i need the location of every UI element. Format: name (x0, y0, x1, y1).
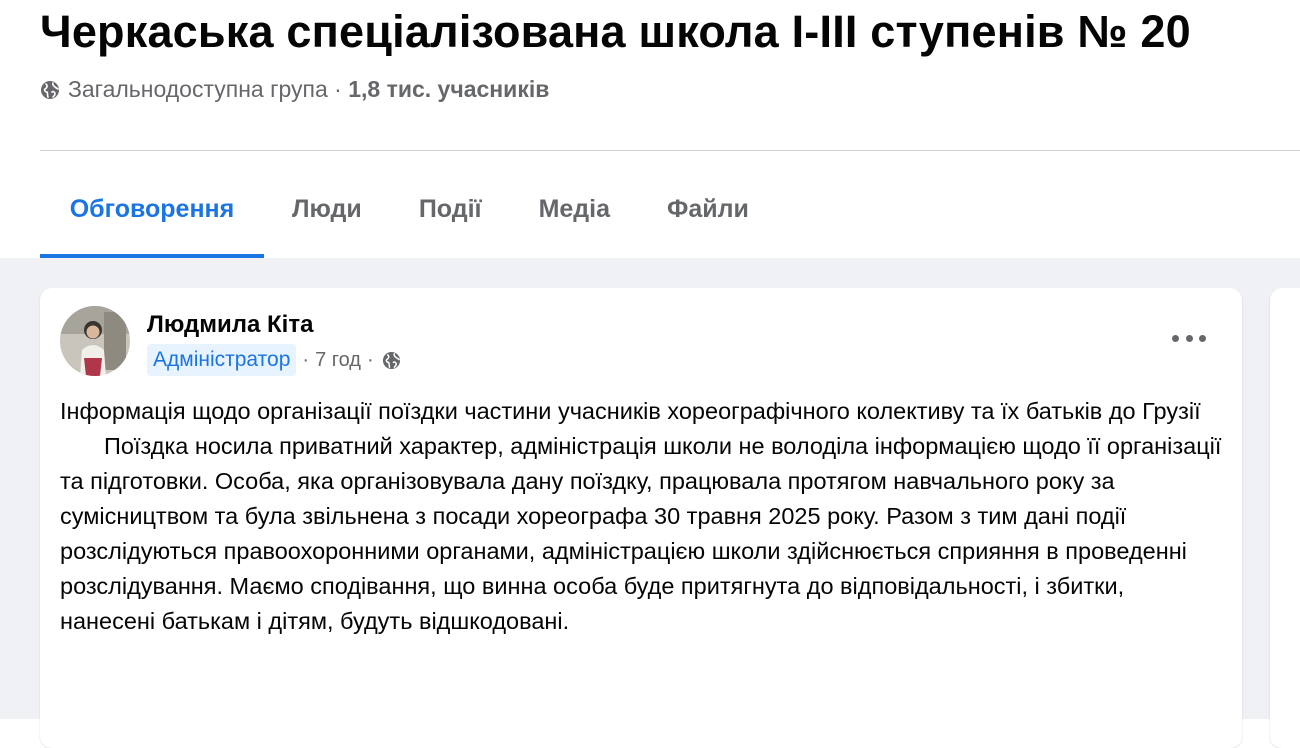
globe-icon[interactable] (382, 351, 401, 370)
subline-separator: · (366, 348, 374, 371)
group-meta: Загальнодоступна група · 1,8 тис. учасни… (40, 76, 549, 103)
admin-badge[interactable]: Адміністратор (147, 344, 297, 376)
more-dot (1185, 334, 1193, 342)
post-subline: Адміністратор · 7 год · (147, 344, 401, 376)
group-privacy[interactable]: Загальнодоступна група (68, 76, 328, 103)
member-count[interactable]: 1,8 тис. учасників (348, 76, 549, 103)
post-card: Людмила Кіта Адміністратор · 7 год · Інф… (40, 288, 1242, 748)
post-time[interactable]: 7 год (315, 349, 361, 372)
tab-events[interactable]: Події (419, 160, 482, 258)
post-body: Інформація щодо організації поїздки част… (60, 394, 1225, 639)
group-header: Черкаська спеціалізована школа І-ІІІ сту… (0, 0, 1300, 258)
group-tabs: Обговорення Люди Події Медіа Файли (40, 160, 749, 258)
tab-people[interactable]: Люди (292, 160, 362, 258)
subline-separator: · (302, 348, 310, 371)
tab-discussion[interactable]: Обговорення (40, 160, 264, 258)
more-dot (1172, 334, 1179, 342)
more-dot (1199, 334, 1206, 342)
post-heading-paragraph: Інформація щодо організації поїздки част… (60, 398, 1201, 424)
tab-media[interactable]: Медіа (539, 160, 610, 258)
header-divider (40, 150, 1300, 151)
avatar[interactable] (60, 306, 130, 376)
post-author[interactable]: Людмила Кіта (147, 311, 313, 339)
avatar-image (60, 306, 130, 376)
globe-icon (41, 80, 59, 99)
side-card (1270, 288, 1300, 748)
more-options-icon[interactable] (1172, 330, 1206, 346)
group-title[interactable]: Черкаська спеціалізована школа І-ІІІ сту… (40, 4, 1191, 60)
meta-separator: · (327, 76, 349, 102)
tab-files[interactable]: Файли (667, 160, 749, 258)
post-paragraph: Поїздка носила приватний характер, адмін… (60, 433, 1222, 634)
